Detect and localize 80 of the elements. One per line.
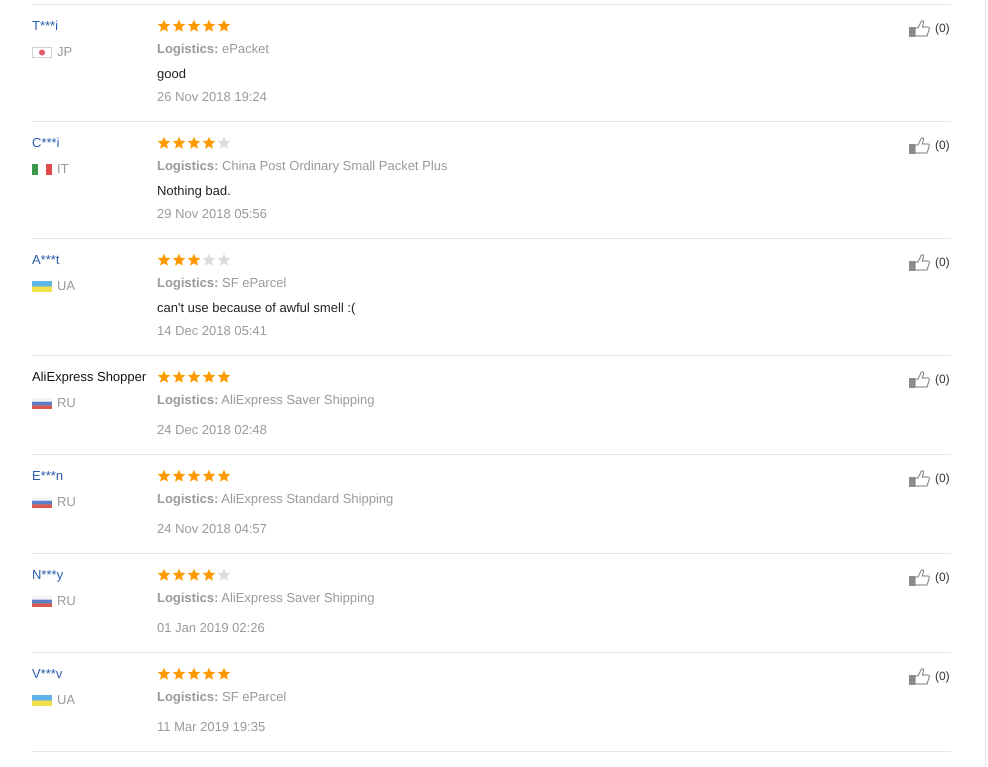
buyer-name-link[interactable]: E***n [32, 467, 64, 485]
star-icon [172, 568, 186, 582]
star-icon [202, 19, 216, 33]
review-date: 24 Dec 2018 02:48 [157, 421, 267, 439]
star-icon [187, 253, 201, 267]
thumbs-up-icon[interactable] [909, 20, 930, 37]
star-icon [202, 469, 216, 483]
thumbs-up-icon[interactable] [909, 254, 930, 271]
country-code: RU [57, 592, 76, 610]
country-code: RU [57, 493, 76, 511]
country-code: IT [57, 160, 69, 178]
star-icon [217, 253, 231, 267]
star-icon [217, 19, 231, 33]
review-date: 11 Mar 2019 19:35 [157, 718, 266, 736]
star-icon [187, 136, 201, 150]
star-icon [187, 568, 201, 582]
review-date: 14 Dec 2018 05:41 [157, 322, 267, 340]
star-icon [187, 667, 201, 681]
star-icon [172, 370, 186, 384]
buyer-name-link[interactable]: T***i [32, 17, 58, 35]
star-icon [157, 667, 171, 681]
country-code: JP [57, 43, 72, 61]
thumbs-up-icon[interactable] [909, 569, 930, 586]
star-icon [157, 253, 171, 267]
star-icon [172, 667, 186, 681]
star-icon [172, 253, 186, 267]
star-icon [202, 253, 216, 267]
star-icon [172, 469, 186, 483]
like-count: (0) [935, 371, 950, 388]
thumbs-up-icon[interactable] [909, 137, 930, 154]
star-icon [172, 19, 186, 33]
country-code: RU [57, 394, 76, 412]
star-icon [217, 136, 231, 150]
star-icon [217, 370, 231, 384]
star-icon [202, 370, 216, 384]
review-date: 26 Nov 2018 19:24 [157, 88, 267, 106]
review-text: can't use because of awful smell :( [157, 299, 356, 317]
star-icon [202, 667, 216, 681]
star-icon [202, 568, 216, 582]
logistics-info: Logistics: SF eParcel [157, 688, 286, 706]
logistics-info: Logistics: AliExpress Standard Shipping [157, 490, 394, 508]
like-count: (0) [935, 20, 950, 37]
thumbs-up-icon[interactable] [909, 371, 930, 388]
star-icon [202, 136, 216, 150]
like-count: (0) [935, 254, 950, 271]
logistics-info: Logistics: SF eParcel [157, 274, 286, 292]
buyer-name: AliExpress Shopper [32, 368, 146, 386]
country-code: UA [57, 277, 76, 295]
thumbs-up-icon[interactable] [909, 668, 930, 685]
star-icon [157, 370, 171, 384]
buyer-name-link[interactable]: V***v [32, 665, 62, 683]
thumbs-up-icon[interactable] [909, 470, 930, 487]
logistics-info: Logistics: ePacket [157, 40, 269, 58]
buyer-name-link[interactable]: C***i [32, 134, 60, 152]
buyer-name-link[interactable]: A***t [32, 251, 60, 269]
star-icon [187, 19, 201, 33]
like-count: (0) [935, 569, 950, 586]
star-icon [187, 469, 201, 483]
logistics-info: Logistics: China Post Ordinary Small Packet Plus [157, 157, 448, 175]
logistics-info: Logistics: AliExpress Saver Shipping [157, 589, 374, 607]
review-date: 01 Jan 2019 02:26 [157, 619, 265, 637]
star-icon [217, 469, 231, 483]
like-count: (0) [935, 470, 950, 487]
buyer-name-link[interactable]: N***y [32, 566, 64, 584]
star-icon [157, 19, 171, 33]
star-icon [217, 667, 231, 681]
star-icon [157, 469, 171, 483]
country-code: UA [57, 691, 76, 709]
review-date: 29 Nov 2018 05:56 [157, 205, 267, 223]
star-icon [157, 568, 171, 582]
logistics-info: Logistics: AliExpress Saver Shipping [157, 391, 374, 409]
review-text: good [157, 65, 186, 83]
review-text: Nothing bad. [157, 182, 231, 200]
star-icon [187, 370, 201, 384]
like-count: (0) [935, 137, 950, 154]
like-count: (0) [935, 668, 950, 685]
star-icon [172, 136, 186, 150]
review-date: 24 Nov 2018 04:57 [157, 520, 267, 538]
star-icon [217, 568, 231, 582]
star-icon [157, 136, 171, 150]
